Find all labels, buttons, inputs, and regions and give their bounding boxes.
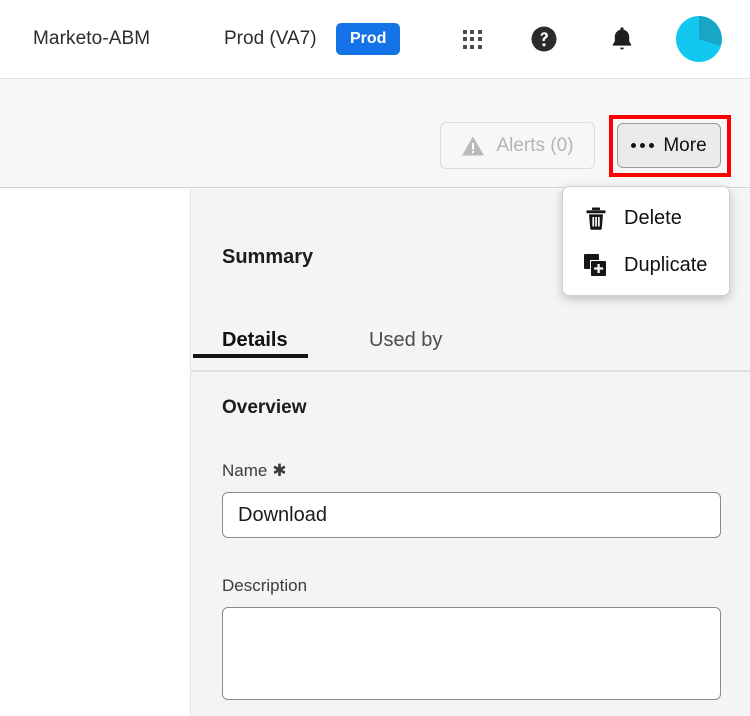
required-asterisk-icon: ✱ (272, 461, 287, 480)
alerts-button[interactable]: Alerts (0) (440, 122, 595, 169)
more-button-label: More (663, 134, 707, 156)
tab-used-by[interactable]: Used by (369, 329, 442, 372)
overview-section-title: Overview (222, 397, 307, 418)
help-circle-icon (531, 26, 557, 52)
more-button[interactable]: More (617, 123, 721, 168)
notification-bell-icon (612, 27, 632, 50)
name-field-label: Name ✱ (222, 461, 287, 481)
notifications-button[interactable] (602, 19, 642, 59)
menu-item-delete-label: Delete (624, 207, 682, 229)
grid-apps-icon (462, 29, 482, 49)
panel-title: Summary (222, 246, 314, 268)
app-brand-title: Marketo-ABM (33, 28, 151, 49)
ellipsis-icon (631, 143, 655, 148)
menu-item-delete[interactable]: Delete (563, 195, 729, 242)
active-tab-indicator (193, 354, 308, 358)
user-avatar-button[interactable] (673, 13, 725, 65)
org-environment-label: Prod (VA7) (224, 28, 317, 49)
trash-icon (583, 206, 608, 231)
description-field-label: Description (222, 576, 308, 595)
more-dropdown-menu: Delete Duplicate (562, 186, 730, 296)
name-input[interactable] (222, 492, 721, 538)
left-content-pane (0, 189, 190, 716)
tab-details[interactable]: Details (222, 329, 288, 372)
environment-badge: Prod (336, 23, 401, 55)
warning-triangle-icon (462, 136, 485, 155)
panel-tabs: Details Used by (191, 329, 750, 372)
alerts-button-label: Alerts (0) (496, 134, 574, 156)
help-button[interactable] (524, 19, 564, 59)
description-textarea[interactable] (222, 607, 721, 700)
duplicate-icon (583, 253, 608, 278)
menu-item-duplicate[interactable]: Duplicate (563, 242, 729, 289)
menu-item-duplicate-label: Duplicate (624, 254, 708, 276)
app-switcher-button[interactable] (452, 19, 492, 59)
name-label-text: Name (222, 461, 268, 480)
top-navigation-bar: Marketo-ABM Prod (VA7) Prod (0, 0, 750, 79)
avatar (676, 16, 722, 62)
